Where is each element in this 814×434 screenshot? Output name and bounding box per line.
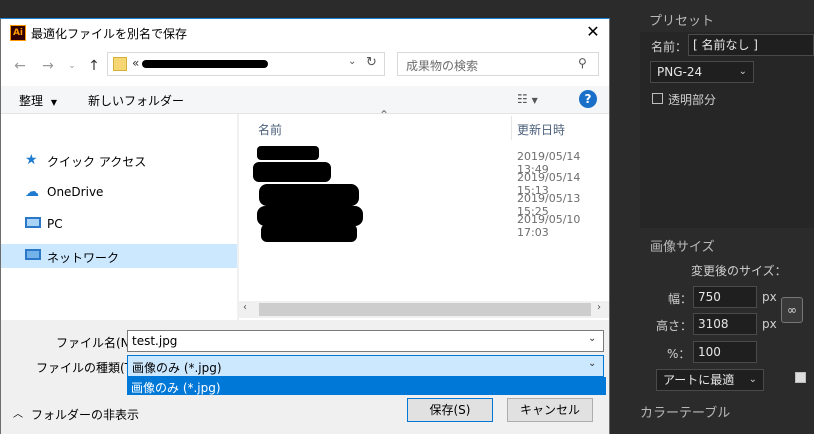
- preset-name-select[interactable]: [ 名前なし ]: [688, 34, 814, 56]
- recent-dropdown-icon[interactable]: ⌄: [63, 56, 81, 76]
- up-arrow-icon[interactable]: ↑: [85, 56, 103, 76]
- filetype-label: ファイルの種類(T):: [36, 361, 141, 375]
- organize-label: 整理: [19, 94, 44, 108]
- save-dialog: Ai 最適化ファイルを別名で保存 ✕ ← → ⌄ ↑ « ⌄ ↻ 成果物の検索 …: [0, 18, 610, 434]
- height-label: 高さ：: [656, 319, 693, 333]
- scroll-right-icon[interactable]: ›: [597, 302, 601, 313]
- width-unit: px: [762, 290, 777, 304]
- redacted-filename: [257, 206, 363, 226]
- quality-select[interactable]: アートに最適 ⌄: [656, 369, 764, 391]
- help-icon[interactable]: ?: [579, 90, 597, 108]
- column-header-name[interactable]: 名前: [258, 121, 282, 138]
- nav-item-label: ネットワーク: [47, 251, 120, 265]
- dialog-title: 最適化ファイルを別名で保存: [31, 27, 188, 41]
- chevron-down-icon: ⌄: [588, 358, 597, 369]
- filetype-select[interactable]: 画像のみ (*.jpg) ⌄: [127, 355, 604, 377]
- organize-button[interactable]: 整理 ▼: [19, 92, 57, 109]
- height-input[interactable]: 3108: [693, 313, 757, 335]
- cancel-button[interactable]: キャンセル: [507, 398, 593, 422]
- back-arrow-icon[interactable]: ←: [11, 56, 29, 76]
- chevron-down-icon: ⌄: [588, 333, 597, 344]
- percent-label: %：: [667, 347, 691, 361]
- path-field[interactable]: « ⌄ ↻: [107, 52, 385, 76]
- computer-icon: [25, 217, 41, 228]
- path-overflow: «: [132, 56, 140, 70]
- network-icon: [25, 249, 41, 260]
- percent-input[interactable]: 100: [693, 341, 757, 363]
- illustrator-app-icon: Ai: [10, 25, 26, 41]
- redacted-filename: [257, 146, 319, 160]
- forward-arrow-icon[interactable]: →: [39, 56, 57, 76]
- preset-title: プリセット: [649, 14, 715, 29]
- filename-input[interactable]: test.jpg ⌄: [127, 330, 604, 352]
- filetype-option[interactable]: 画像のみ (*.jpg): [131, 379, 221, 396]
- nav-item-quick-access[interactable]: ★ クイック アクセス: [1, 148, 237, 172]
- redacted-filename: [253, 162, 331, 182]
- nav-item-network[interactable]: ネットワーク: [1, 244, 237, 268]
- width-input[interactable]: 750: [693, 286, 757, 308]
- filetype-value: 画像のみ (*.jpg): [132, 361, 222, 375]
- column-divider[interactable]: [511, 116, 512, 140]
- transparency-checkbox[interactable]: [652, 93, 663, 104]
- collapse-icon[interactable]: ︿: [13, 405, 23, 420]
- caret-down-icon: ▼: [50, 98, 57, 107]
- navigation-pane: ★ クイック アクセス ☁ OneDrive PC ネットワーク: [1, 114, 237, 320]
- redacted-filename: [261, 224, 357, 242]
- sort-up-icon: ⌃: [379, 108, 390, 122]
- filetype-dropdown-list: 画像のみ (*.jpg): [127, 377, 606, 395]
- title-bar: Ai 最適化ファイルを別名で保存 ✕: [1, 19, 609, 46]
- format-value: PNG-24: [657, 65, 703, 79]
- refresh-icon[interactable]: ↻: [366, 55, 377, 70]
- new-size-label: 変更後のサイズ：: [691, 264, 787, 278]
- command-bar: 整理 ▼ 新しいフォルダー ☷ ▼ ?: [1, 86, 609, 114]
- quality-value: アートに最適: [663, 373, 735, 387]
- format-select[interactable]: PNG-24 ⌄: [650, 61, 754, 83]
- height-unit: px: [762, 317, 777, 331]
- chevron-down-icon: ⌄: [738, 66, 747, 77]
- nav-item-label: PC: [47, 217, 63, 231]
- save-button[interactable]: 保存(S): [407, 398, 493, 422]
- color-table-title: カラーテーブル: [640, 406, 731, 421]
- search-placeholder: 成果物の検索: [406, 59, 479, 73]
- file-list: ⌃ 名前 更新日時 2019/05/14 13:49 2019/05/14 15…: [239, 108, 609, 320]
- cloud-icon: ☁: [25, 184, 39, 200]
- redacted-filename: [259, 184, 359, 206]
- redacted-path: [142, 60, 268, 68]
- image-size-title: 画像サイズ: [650, 240, 715, 255]
- scroll-left-icon[interactable]: ‹: [243, 302, 247, 313]
- file-modified: 2019/05/10 17:03: [517, 213, 581, 239]
- name-label: 名前：: [651, 40, 688, 54]
- hide-folders-button[interactable]: フォルダーの非表示: [31, 406, 139, 423]
- chevron-down-icon: ⌄: [748, 374, 757, 385]
- view-options-icon[interactable]: ☷ ▼: [517, 92, 538, 106]
- filename-value: test.jpg: [132, 334, 178, 348]
- chevron-down-icon[interactable]: ⌄: [348, 56, 356, 67]
- folder-icon: [113, 57, 127, 71]
- width-label: 幅：: [668, 292, 693, 306]
- nav-item-pc[interactable]: PC: [1, 212, 237, 236]
- scrollbar-thumb[interactable]: [259, 303, 591, 316]
- nav-item-label: OneDrive: [47, 185, 104, 199]
- star-icon: ★: [25, 152, 38, 168]
- transparency-label: 透明部分: [668, 93, 717, 107]
- column-header-modified[interactable]: 更新日時: [517, 121, 565, 138]
- close-icon[interactable]: ✕: [581, 21, 605, 43]
- search-input[interactable]: 成果物の検索 ⚲: [397, 52, 599, 76]
- new-folder-button[interactable]: 新しいフォルダー: [88, 92, 184, 109]
- link-icon[interactable]: ∞: [781, 297, 803, 323]
- search-icon: ⚲: [578, 56, 587, 70]
- nav-item-onedrive[interactable]: ☁ OneDrive: [1, 180, 237, 204]
- nav-item-label: クイック アクセス: [47, 155, 147, 169]
- quality-checkbox[interactable]: [795, 372, 806, 383]
